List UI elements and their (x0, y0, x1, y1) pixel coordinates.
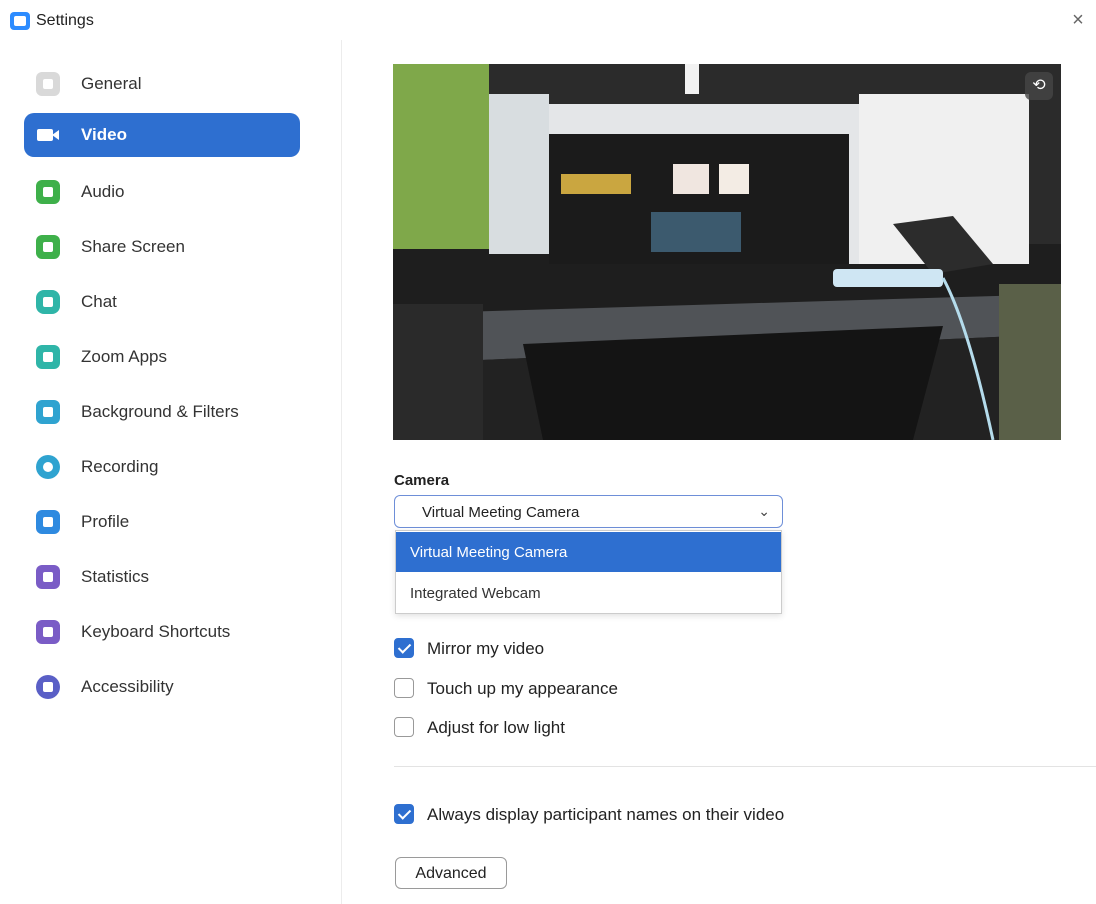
touch-up-label: Touch up my appearance (427, 679, 618, 698)
apps-icon (36, 345, 60, 369)
chevron-down-icon: ⌄ (758, 503, 770, 519)
gear-icon (36, 72, 60, 96)
share-screen-icon (36, 235, 60, 259)
sidebar-item-label: Video (81, 125, 127, 144)
camera-option-label: Integrated Webcam (410, 585, 541, 602)
mirror-video-checkbox[interactable] (394, 638, 414, 658)
camera-section-label: Camera (394, 472, 450, 489)
video-camera-icon (36, 123, 60, 147)
sidebar-item-background-filters[interactable]: Background & Filters (24, 390, 300, 434)
sidebar-item-statistics[interactable]: Statistics (24, 555, 300, 599)
participant-names-label: Always display participant names on thei… (427, 805, 785, 824)
sidebar-item-audio[interactable]: Audio (24, 170, 300, 214)
sidebar-item-video[interactable]: Video (24, 113, 300, 157)
user-icon (36, 510, 60, 534)
window-title: Settings (36, 12, 94, 29)
rotate-camera-button[interactable]: ⟲ (1025, 72, 1053, 100)
sidebar-item-profile[interactable]: Profile (24, 500, 300, 544)
mirror-video-label: Mirror my video (427, 639, 545, 658)
camera-option-label: Virtual Meeting Camera (410, 544, 568, 561)
portrait-icon (36, 400, 60, 424)
sidebar-item-recording[interactable]: Recording (24, 445, 300, 489)
camera-select[interactable]: Virtual Meeting Camera ⌄ (394, 495, 783, 528)
sidebar-item-label: Audio (81, 182, 125, 201)
settings-sidebar: General Video Audio Share Screen Chat Zo… (0, 40, 342, 904)
settings-window: Settings × General Video Audio Share Scr… (0, 0, 1096, 904)
bar-chart-icon (36, 565, 60, 589)
chat-bubble-icon (36, 290, 60, 314)
sidebar-item-label: Profile (81, 512, 130, 531)
touch-up-checkbox[interactable] (394, 678, 414, 698)
advanced-button-label: Advanced (415, 865, 487, 882)
sidebar-item-zoom-apps[interactable]: Zoom Apps (24, 335, 300, 379)
camera-preview: ⟲ (393, 64, 1061, 440)
keyboard-icon (36, 620, 60, 644)
participant-names-checkbox[interactable] (394, 804, 414, 824)
headphones-icon (36, 180, 60, 204)
sidebar-item-general[interactable]: General (24, 62, 300, 106)
sidebar-item-label: Share Screen (81, 237, 185, 256)
sidebar-item-label: General (81, 74, 142, 93)
sidebar-item-chat[interactable]: Chat (24, 280, 300, 324)
camera-dropdown-menu: Virtual Meeting Camera Integrated Webcam (395, 530, 782, 614)
sidebar-item-label: Keyboard Shortcuts (81, 622, 231, 641)
sidebar-item-accessibility[interactable]: Accessibility (24, 665, 300, 709)
title-bar: Settings × (0, 0, 1096, 40)
low-light-label: Adjust for low light (427, 718, 565, 737)
camera-preview-image (393, 64, 1061, 440)
low-light-checkbox[interactable] (394, 717, 414, 737)
sidebar-item-label: Accessibility (81, 677, 174, 696)
camera-option-virtual-meeting[interactable]: Virtual Meeting Camera (396, 532, 781, 572)
sidebar-item-label: Statistics (81, 567, 150, 586)
close-button[interactable]: × (1066, 8, 1090, 32)
sidebar-item-label: Background & Filters (81, 402, 239, 421)
advanced-button[interactable]: Advanced (395, 857, 507, 889)
camera-option-integrated-webcam[interactable]: Integrated Webcam (396, 573, 781, 613)
record-icon (36, 455, 60, 479)
zoom-logo-icon (10, 12, 30, 30)
sidebar-item-label: Zoom Apps (81, 347, 167, 366)
sidebar-item-share-screen[interactable]: Share Screen (24, 225, 300, 269)
section-divider (394, 766, 1096, 767)
sidebar-item-label: Recording (81, 457, 159, 476)
accessibility-icon (36, 675, 60, 699)
sidebar-item-label: Chat (81, 292, 117, 311)
sidebar-item-keyboard-shortcuts[interactable]: Keyboard Shortcuts (24, 610, 300, 654)
video-settings-panel: ⟲ Camera Virtual Meeting Camera ⌄ Virtua… (343, 40, 1096, 904)
camera-select-value: Virtual Meeting Camera (422, 504, 580, 521)
